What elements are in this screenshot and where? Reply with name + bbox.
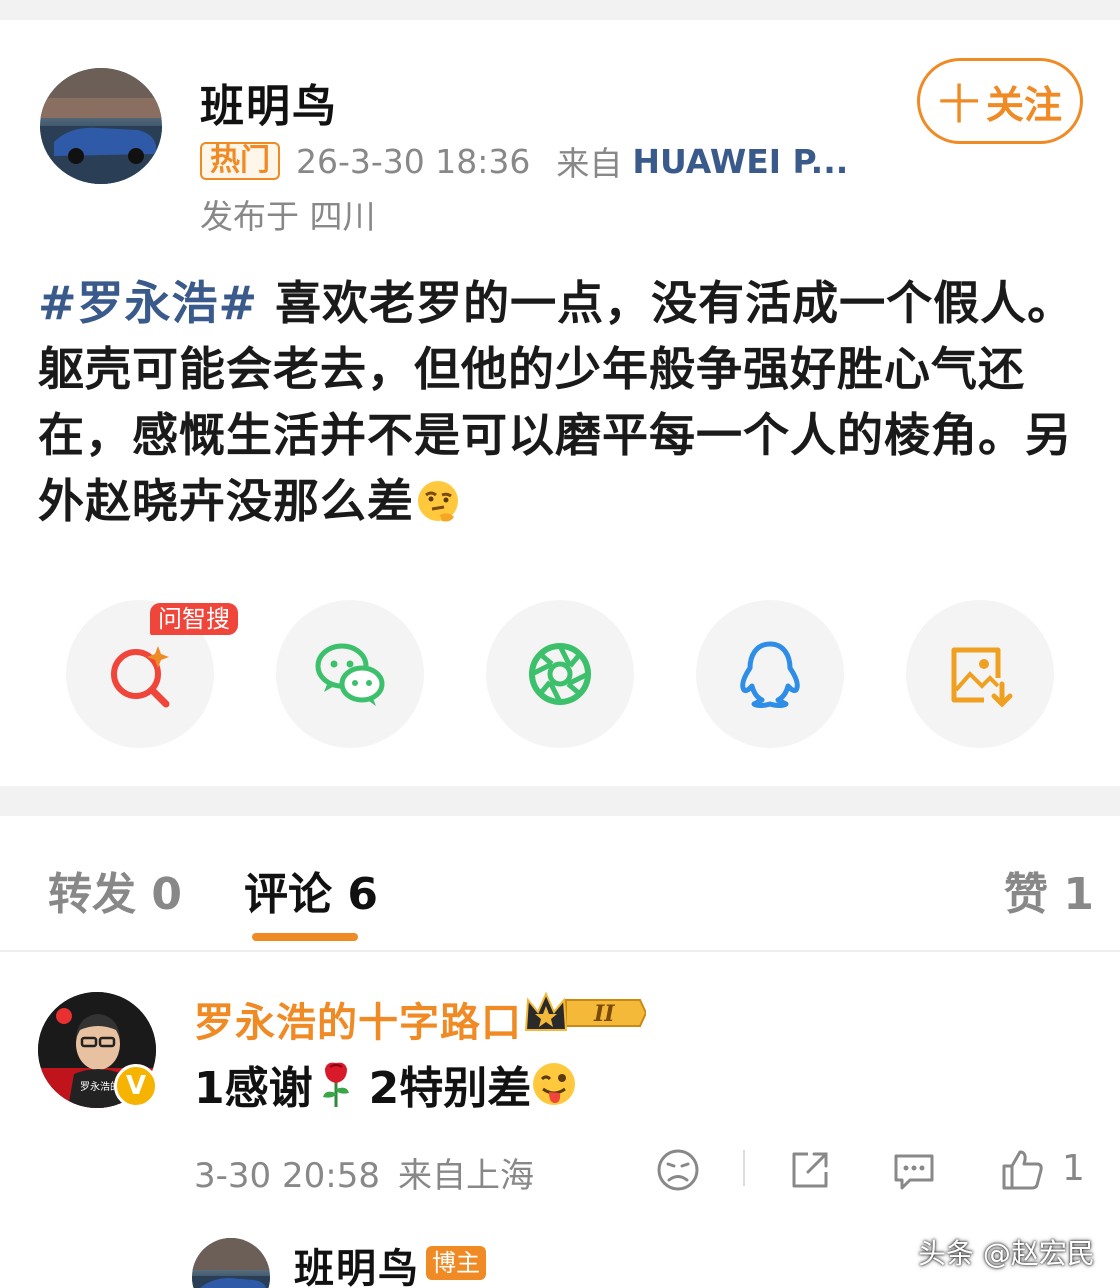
action-divider [743,1150,745,1186]
ai-search-tag: 问智搜 [150,603,238,635]
tongue-wink-emoji [533,1063,576,1105]
share-wechat-button[interactable] [276,600,424,748]
save-image-button[interactable] [906,600,1054,748]
comment-location: 来自上海 [397,1156,534,1196]
post-body: #罗永浩# 喜欢老罗的一点，没有活成一个假人。躯壳可能会老去，但他的少年般争强好… [38,270,1098,534]
ai-search-icon [111,646,170,708]
hot-badge: 热门 [200,142,280,180]
reply-author-avatar[interactable] [192,1238,270,1288]
top-divider [0,0,1120,20]
comment-text: 1感谢 2特别差 [194,1052,577,1116]
commenter-name[interactable]: 罗永浩的十字路口 [194,990,522,1048]
post-location: 发布于 四川 [200,197,376,236]
tab-repost[interactable]: 转发 0 [48,858,182,922]
save-image-icon [951,647,1013,708]
dislike-face-icon[interactable] [654,1146,702,1194]
comment-like-count: 1 [1062,1148,1085,1189]
author-avatar[interactable] [40,68,162,184]
comment-text-part2: 2特别差 [368,1063,532,1114]
thinking-face-emoji [418,481,458,522]
vip-crown-badge: II [524,991,646,1031]
tab-likes[interactable]: 赞 1 [1004,858,1094,922]
post-device[interactable]: HUAWEI P... [632,142,848,181]
rose-emoji [322,1062,349,1107]
topic-link[interactable]: #罗永浩# [38,276,258,330]
reply-comment-icon[interactable] [890,1146,938,1194]
post-time: 26-3-30 18:36 [296,141,531,181]
post-from-label: 来自 [556,144,623,183]
tab-divider [0,950,1120,952]
qq-icon [740,641,800,708]
comment-text-part1: 1感谢 [194,1063,313,1114]
share-moments-button[interactable] [486,600,634,748]
author-badge: 博主 [426,1246,486,1280]
post-author-name[interactable]: 班明鸟 [200,70,338,134]
section-divider [0,786,1120,816]
comment-meta: 3-30 20:58 来自上海 [194,1148,534,1197]
comment-time: 3-30 20:58 [194,1156,380,1196]
watermark: 头条 @赵宏民 [918,1237,1095,1270]
post-meta: 热门 26-3-30 18:36 来自 HUAWEI P... [200,138,848,184]
wechat-icon [315,643,385,706]
share-qq-button[interactable] [696,600,844,748]
share-out-icon[interactable] [786,1146,834,1194]
vip-level: II [593,1001,615,1027]
follow-label: 关注 [986,82,1063,127]
follow-button[interactable]: 十 关注 [917,58,1083,144]
verified-badge: V [114,1064,158,1108]
tab-comments[interactable]: 评论 6 [244,858,378,922]
like-thumb-icon[interactable] [998,1146,1046,1194]
active-tab-indicator [252,933,358,941]
plus-icon: 十 [937,79,980,129]
moments-icon [529,643,591,705]
reply-author-name[interactable]: 班明鸟 [294,1236,420,1288]
